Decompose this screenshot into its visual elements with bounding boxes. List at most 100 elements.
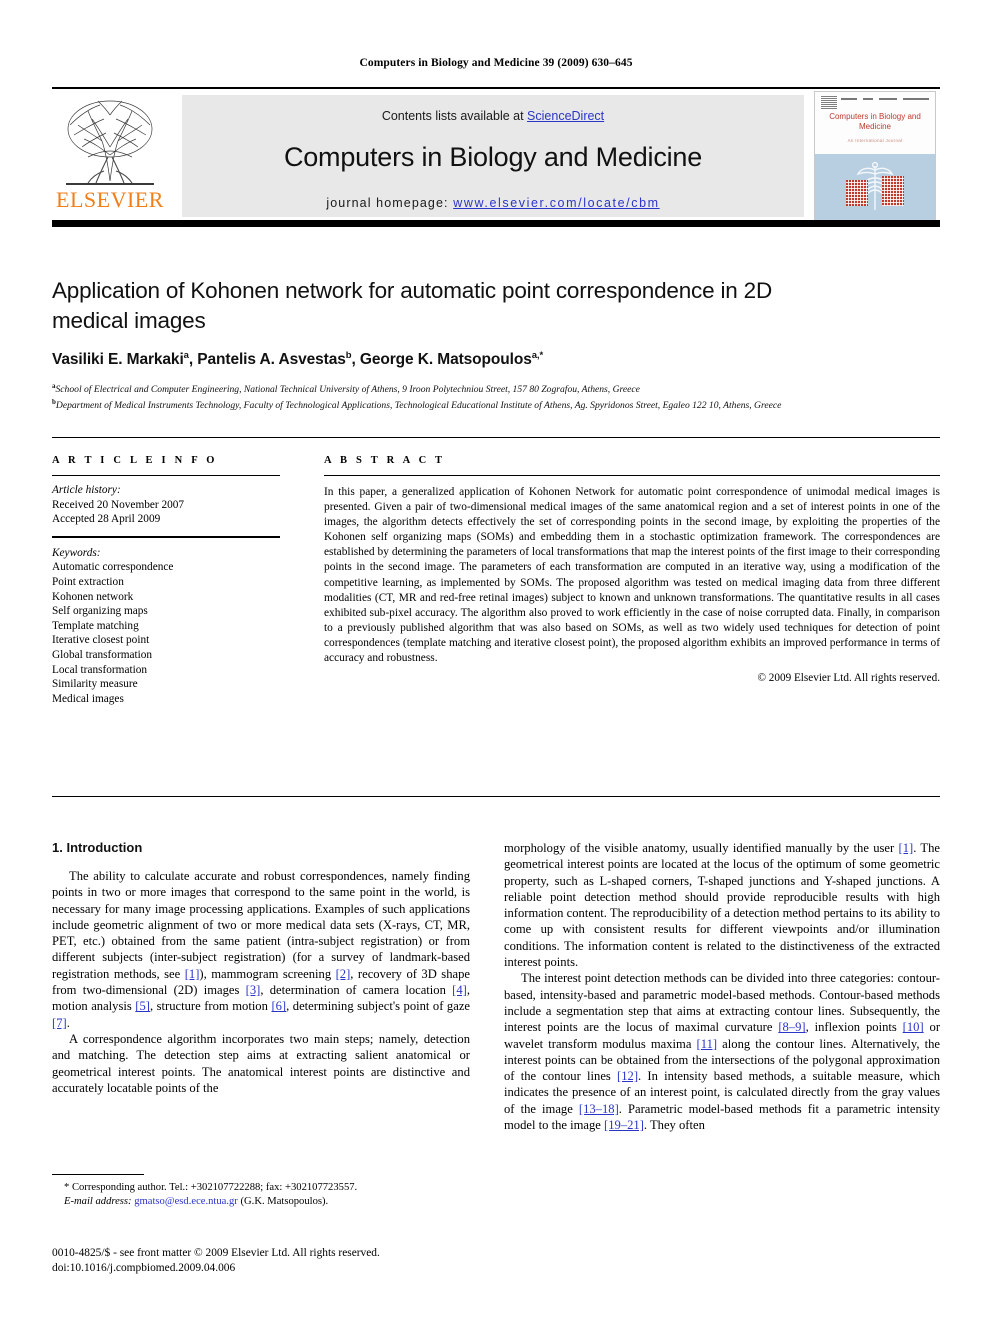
section-heading-introduction: 1. Introduction [52,840,143,855]
masthead-bottom-rule [52,220,940,227]
citation-ref[interactable]: [1] [899,841,914,855]
elsevier-wordmark: ELSEVIER [56,187,164,212]
citation-ref[interactable]: [3] [246,983,261,997]
keyword-item: Self organizing maps [52,605,148,618]
affiliation-a: aSchool of Electrical and Computer Engin… [52,382,640,396]
citation-ref[interactable]: [4] [452,983,467,997]
author-list: Vasiliki E. Markakia, Pantelis A. Asvest… [52,350,544,369]
affiliations: aSchool of Electrical and Computer Engin… [52,380,932,412]
intro-paragraph-2: A correspondence algorithm incorporates … [52,1031,470,1095]
sciencedirect-link[interactable]: ScienceDirect [527,109,604,123]
keywords-block: Keywords: Automatic correspondence Point… [52,546,280,707]
article-history-label: Article history: [52,484,121,496]
citation-ref[interactable]: [5] [135,999,150,1013]
contents-available-line: Contents lists available at ScienceDirec… [182,109,804,123]
doi-line: doi:10.1016/j.compbiomed.2009.04.006 [52,1262,236,1274]
p1-seg-f: , structure from motion [149,999,272,1014]
info-top-rule [52,437,940,438]
journal-masthead: ELSEVIER Contents lists available at Sci… [52,87,940,227]
keyword-item: Automatic correspondence [52,561,174,574]
footnote-rule [52,1174,144,1175]
keyword-item: Similarity measure [52,678,138,691]
p4-seg-g: . They often [643,1118,705,1133]
article-info-rule-1 [52,475,280,476]
p1-seg-h: . [66,1015,70,1030]
keywords-label: Keywords: [52,546,101,559]
abstract-copyright: © 2009 Elsevier Ltd. All rights reserved… [757,672,941,685]
elsevier-logo: ELSEVIER [54,95,166,217]
info-bottom-rule [52,796,940,797]
citation-ref[interactable]: [2] [336,967,351,981]
running-head: Computers in Biology and Medicine 39 (20… [359,57,633,69]
p1-seg-d: , determination of camera location [260,983,453,998]
cover-bottom-panel [815,154,935,222]
article-page: Computers in Biology and Medicine 39 (20… [0,0,992,1323]
issn-front-matter: 0010-4825/$ - see front matter © 2009 El… [52,1247,380,1259]
keyword-item: Kohonen network [52,590,134,603]
p4-seg-b: , inflexion points [805,1020,903,1035]
journal-homepage-link[interactable]: www.elsevier.com/locate/cbm [453,196,659,210]
email-label: E-mail address: [64,1196,132,1207]
journal-cover-thumbnail: Computers in Biology and Medicine An Int… [814,91,936,223]
cover-journal-title: Computers in Biology and Medicine [829,112,921,131]
accepted-date: Accepted 28 April 2009 [52,513,161,526]
received-date: Received 20 November 2007 [52,498,185,511]
citation-ref[interactable]: [6] [271,999,286,1013]
p3-seg-b: . The geometrical interest points are lo… [504,841,940,970]
journal-homepage-line: journal homepage: www.elsevier.com/locat… [182,196,804,210]
article-info-heading: A R T I C L E I N F O [52,455,218,466]
affiliation-a-text: School of Electrical and Computer Engine… [55,384,640,396]
cover-dash-rules [841,97,929,101]
p1-seg-a: The ability to calculate accurate and ro… [52,869,470,981]
homepage-prefix: journal homepage: [326,196,454,210]
keyword-item: Medical images [52,692,124,705]
body-column-right: morphology of the visible anatomy, usual… [504,840,940,1133]
masthead-band: Contents lists available at ScienceDirec… [182,95,804,217]
article-info-rule-2 [52,535,280,538]
masthead-top-rule [52,87,940,89]
intro-paragraph-4: The interest point detection methods can… [504,970,940,1133]
article-info-column: A R T I C L E I N F O Article history: R… [52,455,280,706]
contents-prefix: Contents lists available at [381,109,528,123]
body-column-left: 1. Introduction The ability to calculate… [52,840,470,1096]
corresponding-author-note: * Corresponding author. Tel.: +302107722… [64,1182,358,1193]
email-link[interactable]: gmatso@esd.ece.ntua.gr [134,1196,238,1207]
citation-ref[interactable]: [11] [697,1037,718,1051]
citation-ref[interactable]: [10] [903,1020,924,1034]
abstract-text: In this paper, a generalized application… [324,486,940,665]
citation-ref[interactable]: [13–18] [579,1102,619,1116]
citation-ref[interactable]: [19–21] [604,1118,644,1132]
keyword-item: Point extraction [52,575,124,588]
email-note: E-mail address: gmatso@esd.ece.ntua.gr (… [52,1195,472,1209]
p1-seg-g: , determining subject's point of gaze [286,999,470,1014]
keyword-item: Local transformation [52,663,148,676]
citation-ref[interactable]: [8–9] [778,1020,805,1034]
citation-ref[interactable]: [7] [52,1016,67,1030]
keyword-item: Template matching [52,619,139,632]
cover-building-motif [844,172,906,206]
citation-ref[interactable]: [1] [185,967,200,981]
title-block: Application of Kohonen network for autom… [52,276,940,413]
keyword-item: Global transformation [52,648,153,661]
email-owner: (G.K. Matsopoulos). [240,1196,329,1207]
p3-seg-a: morphology of the visible anatomy, usual… [504,841,899,855]
cover-journal-subtitle: An International Journal [847,138,903,143]
article-title: Application of Kohonen network for autom… [52,278,772,333]
keyword-item: Iterative closest point [52,634,150,647]
p1-seg-b: ), mammogram screening [199,966,336,981]
abstract-rule [324,475,940,476]
imprint-block: 0010-4825/$ - see front matter © 2009 El… [52,1246,482,1276]
footnote-block: * Corresponding author. Tel.: +302107722… [52,1181,472,1209]
elsevier-tree-icon [58,95,162,187]
cover-top-panel: Computers in Biology and Medicine An Int… [815,92,935,154]
intro-paragraph-1: The ability to calculate accurate and ro… [52,868,470,1031]
affiliation-b-text: Department of Medical Instruments Techno… [55,400,782,412]
citation-ref[interactable]: [12] [617,1069,638,1083]
article-history: Article history: Received 20 November 20… [52,483,280,527]
affiliation-b: bDepartment of Medical Instruments Techn… [52,398,782,412]
abstract-column: A B S T R A C T In this paper, a general… [324,455,940,684]
cover-elsevier-mark-icon [821,96,837,109]
abstract-heading: A B S T R A C T [324,455,446,466]
journal-title: Computers in Biology and Medicine [283,142,703,172]
intro-paragraph-3: morphology of the visible anatomy, usual… [504,840,940,970]
